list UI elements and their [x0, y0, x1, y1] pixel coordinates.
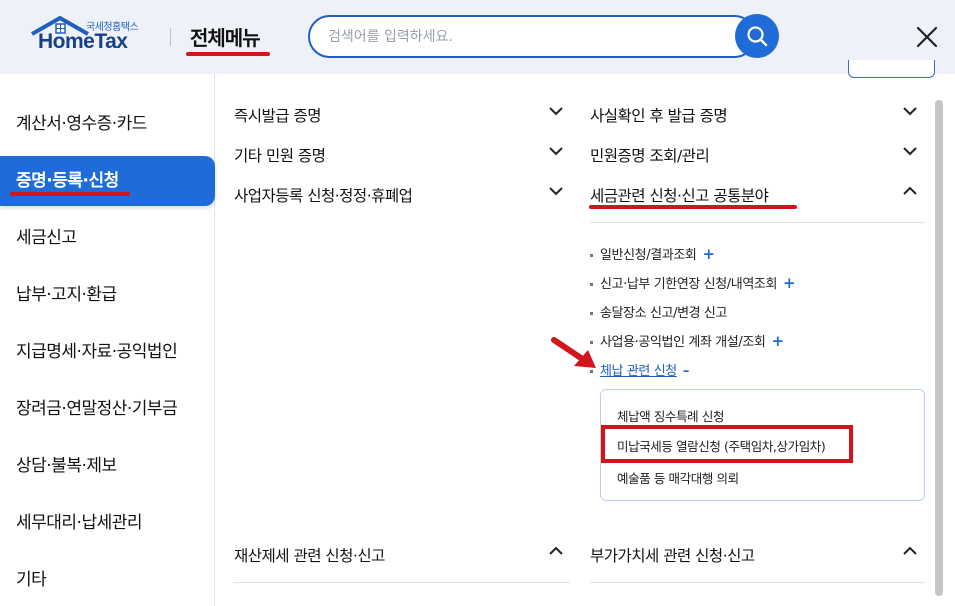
red-highlight-box [601, 425, 853, 463]
plus-icon[interactable]: + [702, 245, 715, 263]
divider [590, 222, 925, 223]
chevron-down-icon[interactable] [549, 146, 563, 156]
sidebar-item-invoice-receipt-card[interactable]: 계산서·영수증·카드 [0, 99, 215, 149]
minus-icon[interactable]: – [683, 364, 690, 379]
list-item[interactable]: 신고·납부 기한연장 신청/내역조회 + [590, 273, 796, 292]
sidebar-item-certificate-registration[interactable]: 증명·등록·신청 [0, 156, 215, 206]
plus-icon[interactable]: + [783, 274, 796, 292]
header-tab-stub[interactable] [848, 60, 935, 78]
sidebar-item-tax-agent[interactable]: 세무대리·납세관리 [0, 498, 215, 548]
menu-certificate-management[interactable]: 민원증명 조회/관리 [590, 144, 710, 166]
sidebar-item-payment-statement[interactable]: 지급명세·자료·공익법인 [0, 327, 215, 377]
close-icon [916, 26, 938, 48]
bullet-icon [590, 254, 593, 257]
sidebar-item-consult-appeal[interactable]: 상담·불복·제보 [0, 441, 215, 491]
sidebar-item-tax-filing[interactable]: 세금신고 [0, 213, 215, 263]
list-item-label: 송달장소 신고/변경 신고 [600, 306, 728, 321]
chevron-up-icon[interactable] [903, 186, 917, 196]
sidebar-item-incentive-yearend[interactable]: 장려금·연말정산·기부금 [0, 384, 215, 434]
page-title: 전체메뉴 [190, 26, 261, 50]
chevron-down-icon[interactable] [903, 106, 917, 116]
menu-vat[interactable]: 부가가치세 관련 신청·신고 [590, 544, 755, 566]
chevron-down-icon[interactable] [549, 186, 563, 196]
divider [234, 582, 570, 583]
search-box [308, 15, 756, 58]
submenu-item[interactable]: 체납액 징수특례 신청 [617, 406, 724, 425]
bullet-icon [590, 283, 593, 286]
menu-fact-check-certificate[interactable]: 사실확인 후 발급 증명 [590, 104, 728, 126]
heading-red-underline [589, 205, 797, 209]
chevron-up-icon[interactable] [903, 546, 917, 556]
list-item-label: 일반신청/결과조회 [600, 248, 697, 263]
search-icon [747, 26, 768, 47]
red-arrow-icon [551, 337, 596, 368]
divider [590, 582, 925, 583]
chevron-up-icon[interactable] [549, 546, 563, 556]
scrollbar[interactable] [935, 100, 943, 596]
list-item-label: 신고·납부 기한연장 신청/내역조회 [600, 277, 778, 292]
search-button[interactable] [735, 14, 779, 58]
sidebar-item-payment-refund[interactable]: 납부·고지·환급 [0, 270, 215, 320]
menu-business-registration[interactable]: 사업자등록 신청·정정·휴폐업 [234, 184, 413, 206]
chevron-down-icon[interactable] [903, 146, 917, 156]
list-item-expanded[interactable]: 체납 관련 신청 – [590, 360, 689, 379]
bullet-icon [590, 312, 593, 315]
header-bar: 국세청홈택스 HomeTax 전체메뉴 [0, 0, 955, 74]
plus-icon[interactable]: + [771, 332, 784, 350]
sidebar-red-underline [10, 192, 130, 196]
menu-property-tax[interactable]: 재산제세 관련 신청·신고 [234, 544, 385, 566]
list-item[interactable]: 일반신청/결과조회 + [590, 244, 715, 263]
logo-wordmark: HomeTax [38, 30, 128, 53]
list-item-label: 사업용·공익법인 계좌 개설/조회 [600, 335, 766, 350]
header-divider [170, 28, 171, 46]
menu-other-certificate[interactable]: 기타 민원 증명 [234, 144, 326, 166]
hometax-logo[interactable]: 국세청홈택스 HomeTax [30, 16, 150, 60]
sidebar-item-etc[interactable]: 기타 [0, 555, 215, 605]
close-button[interactable] [914, 24, 940, 50]
submenu-item[interactable]: 예술품 등 매각대행 의뢰 [617, 468, 739, 487]
menu-tax-common[interactable]: 세금관련 신청·신고 공통분야 [590, 184, 769, 206]
list-item[interactable]: 사업용·공익법인 계좌 개설/조회 + [590, 331, 784, 350]
title-red-underline [186, 52, 270, 56]
search-input[interactable] [328, 26, 718, 48]
chevron-down-icon[interactable] [549, 106, 563, 116]
list-item-label[interactable]: 체납 관련 신청 [600, 364, 677, 379]
menu-instant-certificate[interactable]: 즉시발급 증명 [234, 104, 322, 126]
list-item[interactable]: 송달장소 신고/변경 신고 [590, 302, 727, 321]
category-sidebar: 계산서·영수증·카드 증명·등록·신청 세금신고 납부·고지·환급 지급명세·자… [0, 74, 215, 606]
